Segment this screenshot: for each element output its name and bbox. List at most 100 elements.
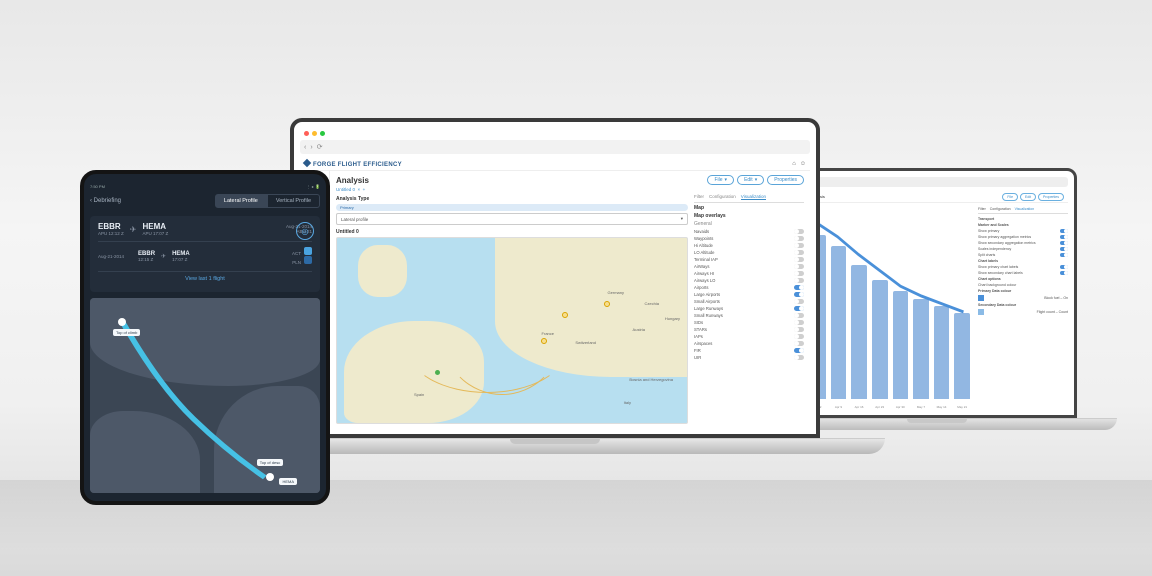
address-bar[interactable]: ‹ › ⟳ [300, 140, 810, 154]
panel-item[interactable]: Show primary aggregation metrics [978, 235, 1031, 239]
toggle[interactable] [1060, 241, 1068, 245]
overlay-row[interactable]: AirWays [694, 263, 804, 270]
toggle[interactable] [794, 250, 804, 255]
toggle[interactable] [794, 327, 804, 332]
group-overlays: Map overlays [694, 213, 804, 219]
target-icon[interactable]: ◎ [296, 222, 314, 240]
bar [831, 246, 847, 399]
toggle[interactable] [794, 313, 804, 318]
home-icon[interactable]: ⌂ [792, 161, 796, 167]
toggle[interactable] [794, 278, 804, 283]
overlay-row[interactable]: Airways LO [694, 277, 804, 284]
toggle[interactable] [794, 257, 804, 262]
group-map: Map [694, 205, 804, 211]
country-hungary: Hungary [665, 316, 680, 321]
panel-item[interactable]: Show primary [978, 229, 999, 233]
toggle[interactable] [794, 285, 804, 290]
reload-icon[interactable]: ⟳ [317, 143, 323, 151]
toggle[interactable] [794, 299, 804, 304]
x-tick: Apr 9 [831, 405, 847, 409]
lateral-map[interactable]: Germany France Spain Italy Switzerland A… [336, 237, 688, 424]
toggle[interactable] [794, 264, 804, 269]
overlay-row[interactable]: FIR [694, 347, 804, 354]
back-icon[interactable]: ‹ [304, 144, 306, 151]
toggle[interactable] [794, 341, 804, 346]
toggle[interactable] [794, 306, 804, 311]
tab-viz[interactable]: Visualization [1015, 207, 1035, 211]
panel-item[interactable]: Scales independency [978, 247, 1011, 251]
plane-icon: ✈ [161, 253, 166, 260]
tab-filter[interactable]: Filter [694, 194, 704, 200]
toggle[interactable] [794, 236, 804, 241]
toggle[interactable] [794, 229, 804, 234]
toggle[interactable] [1060, 271, 1068, 275]
forward-icon[interactable]: › [310, 144, 312, 151]
panel-item[interactable]: Show primary chart labels [978, 265, 1018, 269]
overlay-row[interactable]: LO Altitude [694, 249, 804, 256]
close-icon[interactable] [304, 131, 309, 136]
toggle[interactable] [1060, 235, 1068, 239]
maximize-icon[interactable] [320, 131, 325, 136]
breadcrumb-tab[interactable]: Untitled 0 [336, 187, 355, 192]
overlay-row[interactable]: STARs [694, 326, 804, 333]
primary-chip[interactable]: Primary [336, 204, 688, 211]
toggle[interactable] [1060, 253, 1068, 257]
panel-item[interactable]: Show secondary chart labels [978, 271, 1023, 275]
overlay-row[interactable]: Large Airports [694, 291, 804, 298]
label-dest: HEMA [279, 478, 297, 485]
section-secondary-colour: Secondary Data colour [978, 303, 1016, 307]
toggle[interactable] [794, 271, 804, 276]
panel-item[interactable]: Show secondary aggregation metrics [978, 241, 1036, 245]
overlay-row[interactable]: Small Runways [694, 312, 804, 319]
profile-select[interactable]: Lateral profile▾ [336, 213, 688, 225]
toggle[interactable] [794, 243, 804, 248]
tab-lateral[interactable]: Lateral Profile [215, 194, 267, 208]
toggle[interactable] [794, 292, 804, 297]
overlay-row[interactable]: Airways HI [694, 270, 804, 277]
edit-pill[interactable]: Edit [1020, 193, 1036, 201]
overlay-row[interactable]: Small Airports [694, 298, 804, 305]
properties-pill[interactable]: Properties [767, 175, 804, 185]
route-map[interactable]: Top of climb Top of desc HEMA [90, 298, 320, 493]
edit-pill[interactable]: Edit ▾ [737, 175, 764, 185]
overlay-row[interactable]: IAPs [694, 333, 804, 340]
toggle[interactable] [794, 334, 804, 339]
tab-vertical[interactable]: Vertical Profile [267, 194, 320, 208]
user-icon[interactable]: ☺ [800, 161, 806, 167]
brand-logo-icon [303, 159, 311, 167]
file-pill[interactable]: File [1002, 193, 1018, 201]
flight-card: ◎ EBBR APU 12:12 Z ✈ HEMA APU 17:07 Z Au… [90, 216, 320, 292]
tab-config[interactable]: Configuration [709, 194, 736, 200]
x-tick: May 7 [913, 405, 929, 409]
view-last-flight-link[interactable]: View last 1 flight [98, 271, 312, 286]
opt-bg-colour[interactable]: Chart background colour [978, 283, 1016, 287]
overlay-row[interactable]: Airspaces [694, 340, 804, 347]
tab-viz[interactable]: Visualization [741, 194, 766, 200]
overlay-row[interactable]: Hi Altitude [694, 242, 804, 249]
toggle[interactable] [794, 320, 804, 325]
toggle[interactable] [794, 348, 804, 353]
toggle[interactable] [1060, 247, 1068, 251]
toggle[interactable] [794, 355, 804, 360]
overlay-row[interactable]: Navaids [694, 228, 804, 235]
overlay-row[interactable]: Large Runways [694, 305, 804, 312]
group-general: General [694, 221, 804, 227]
overlay-row[interactable]: Airports [694, 284, 804, 291]
overlay-row[interactable]: Terminal IAP [694, 256, 804, 263]
tab-config[interactable]: Configuration [990, 207, 1011, 211]
series-block-fuel[interactable]: Block fuel – On [1044, 296, 1068, 300]
overlay-row[interactable]: SIDs [694, 319, 804, 326]
file-pill[interactable]: File ▾ [707, 175, 734, 185]
overlay-row[interactable]: UIR [694, 354, 804, 361]
minimize-icon[interactable] [312, 131, 317, 136]
toggle[interactable] [1060, 229, 1068, 233]
toggle[interactable] [1060, 265, 1068, 269]
origin-pin [118, 318, 126, 326]
overlay-row[interactable]: Waypoints [694, 235, 804, 242]
bar [954, 313, 970, 399]
series-flight-count[interactable]: Flight count – Count [1037, 310, 1068, 314]
panel-item[interactable]: Split charts [978, 253, 995, 257]
back-button[interactable]: ‹ Debriefing [90, 198, 121, 204]
tab-filter[interactable]: Filter [978, 207, 986, 211]
properties-pill[interactable]: Properties [1038, 193, 1064, 201]
